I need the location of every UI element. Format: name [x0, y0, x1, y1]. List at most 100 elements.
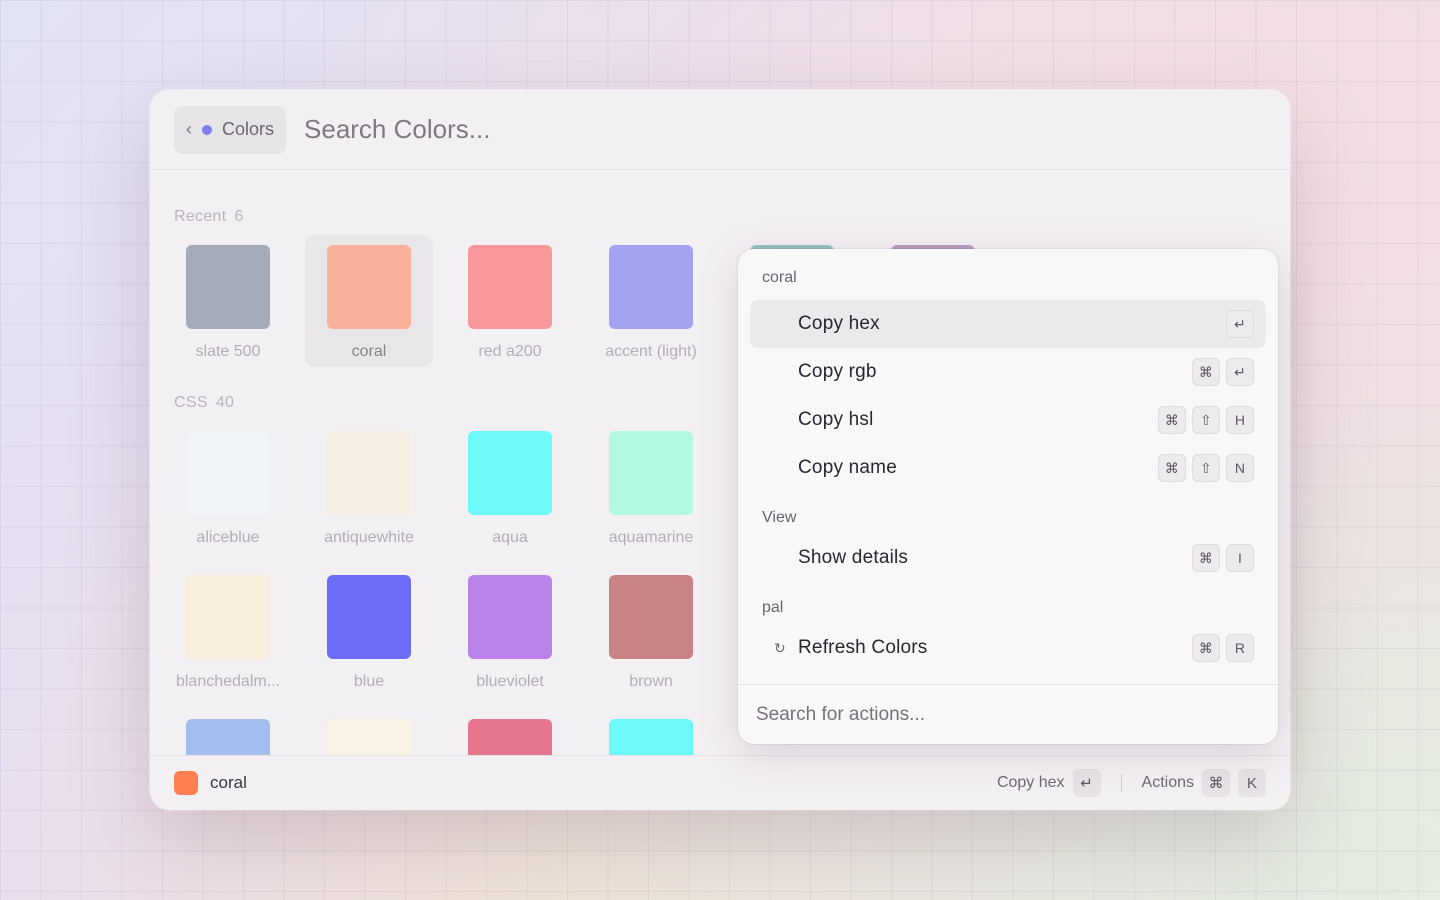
color-swatch [609, 431, 693, 515]
color-swatch [609, 245, 693, 329]
action-menu: coral Copy hex ↵ Copy rgb ⌘ ↵ Copy hsl ⌘… [738, 249, 1278, 744]
command-key-icon: ⌘ [1158, 454, 1186, 482]
group-title-pal: pal [762, 599, 784, 616]
color-name: blanchedalm... [175, 673, 281, 690]
selected-color-swatch [174, 771, 198, 795]
color-tile[interactable] [305, 709, 433, 755]
color-name: blueviolet [476, 673, 544, 690]
command-key-icon: ⌘ [1192, 544, 1220, 572]
menu-item-label: Copy hsl [798, 409, 874, 430]
section-recent-count: 6 [234, 208, 244, 225]
group-title-coral: coral [762, 269, 797, 286]
menu-item-copy-hex[interactable]: Copy hex ↵ [750, 300, 1266, 348]
divider [1120, 774, 1122, 792]
color-swatch [327, 431, 411, 515]
h-key-icon: H [1226, 406, 1254, 434]
color-swatch [609, 575, 693, 659]
menu-item-label: Refresh Colors [798, 637, 928, 658]
menu-item-label: Show details [798, 547, 909, 568]
color-tile[interactable]: coral [305, 235, 433, 367]
refresh-icon: ↻ [774, 639, 786, 656]
menu-item-refresh-colors[interactable]: ↻ Refresh Colors ⌘ R [750, 624, 1266, 672]
color-swatch [609, 719, 693, 755]
action-search-input[interactable] [756, 704, 1256, 726]
shortcut-keys: ⌘ ⇧ N [1158, 454, 1254, 482]
actions-button[interactable]: Actions [1142, 774, 1194, 792]
menu-item-label: Copy rgb [798, 361, 877, 382]
menu-item-copy-rgb[interactable]: Copy rgb ⌘ ↵ [750, 348, 1266, 396]
color-name: blue [353, 673, 385, 690]
menu-item-copy-name[interactable]: Copy name ⌘ ⇧ N [750, 444, 1266, 492]
section-recent-title: Recent 6 [174, 208, 244, 226]
shift-key-icon: ⇧ [1192, 454, 1220, 482]
shortcut-keys: ⌘ ⇧ H [1158, 406, 1254, 434]
color-tile[interactable]: aliceblue [164, 421, 292, 553]
color-tile[interactable]: brown [587, 565, 715, 697]
enter-key-icon: ↵ [1226, 310, 1254, 338]
color-swatch [186, 245, 270, 329]
shortcut-keys: ⌘ ↵ [1192, 358, 1254, 386]
color-swatch [186, 719, 270, 755]
command-key-icon: ⌘ [1158, 406, 1186, 434]
k-key-icon: K [1238, 769, 1266, 797]
footer-bar: coral Copy hex ↵ Actions ⌘ K [150, 755, 1290, 810]
enter-key-icon: ↵ [1072, 769, 1101, 797]
menu-item-show-details[interactable]: Show details ⌘ I [750, 534, 1266, 582]
menu-item-label: Copy hex [798, 313, 880, 334]
color-tile[interactable]: aquamarine [587, 421, 715, 553]
color-tile[interactable]: aqua [446, 421, 574, 553]
color-name: slate 500 [195, 343, 261, 360]
color-swatch [468, 575, 552, 659]
search-input[interactable] [304, 114, 705, 145]
color-name: aliceblue [196, 529, 260, 546]
section-recent-label: Recent [174, 208, 227, 225]
command-key-icon: ⌘ [1192, 358, 1220, 386]
section-css-count: 40 [215, 394, 235, 411]
color-name: red a200 [478, 343, 542, 360]
color-swatch [186, 431, 270, 515]
shift-key-icon: ⇧ [1192, 406, 1220, 434]
color-tile[interactable]: accent (light) [587, 235, 715, 367]
color-tile[interactable]: antiquewhite [305, 421, 433, 553]
color-swatch [327, 575, 411, 659]
color-swatch [468, 245, 552, 329]
shortcut-keys: ⌘ I [1192, 544, 1254, 572]
menu-item-copy-hsl[interactable]: Copy hsl ⌘ ⇧ H [750, 396, 1266, 444]
color-name: antiquewhite [324, 529, 414, 546]
color-tile[interactable] [446, 709, 574, 755]
color-tile[interactable]: blue [305, 565, 433, 697]
section-css-label: CSS [174, 394, 208, 411]
r-key-icon: R [1226, 634, 1254, 662]
back-chip-label: Colors [222, 119, 275, 139]
n-key-icon: N [1226, 454, 1254, 482]
color-tile[interactable] [164, 709, 292, 755]
command-key-icon: ⌘ [1202, 769, 1230, 797]
group-title-view: View [762, 509, 797, 526]
shortcut-keys: ↵ [1226, 310, 1254, 338]
enter-key-icon: ↵ [1226, 358, 1254, 386]
color-tile[interactable] [587, 709, 715, 755]
chevron-left-icon: ‹ [186, 119, 192, 139]
color-name: brown [629, 673, 673, 690]
command-key-icon: ⌘ [1192, 634, 1220, 662]
extension-dot-icon [202, 124, 212, 135]
color-tile[interactable]: blueviolet [446, 565, 574, 697]
section-css-title: CSS 40 [174, 394, 234, 412]
color-swatch [468, 719, 552, 755]
color-name: coral [351, 343, 387, 360]
selected-color-name: coral [210, 773, 247, 792]
color-tile[interactable]: slate 500 [164, 235, 292, 367]
menu-item-label: Copy name [798, 457, 897, 478]
color-tile[interactable]: red a200 [446, 235, 574, 367]
header: ‹ Colors [150, 90, 1290, 170]
color-swatch [186, 575, 270, 659]
i-key-icon: I [1226, 544, 1254, 572]
color-tile[interactable]: blanchedalm... [164, 565, 292, 697]
color-name: aquamarine [608, 529, 694, 546]
back-button[interactable]: ‹ Colors [174, 105, 287, 154]
color-swatch [468, 431, 552, 515]
color-swatch [327, 719, 411, 755]
color-swatch [327, 245, 411, 329]
divider [738, 684, 1278, 685]
primary-action-button[interactable]: Copy hex [997, 774, 1065, 792]
